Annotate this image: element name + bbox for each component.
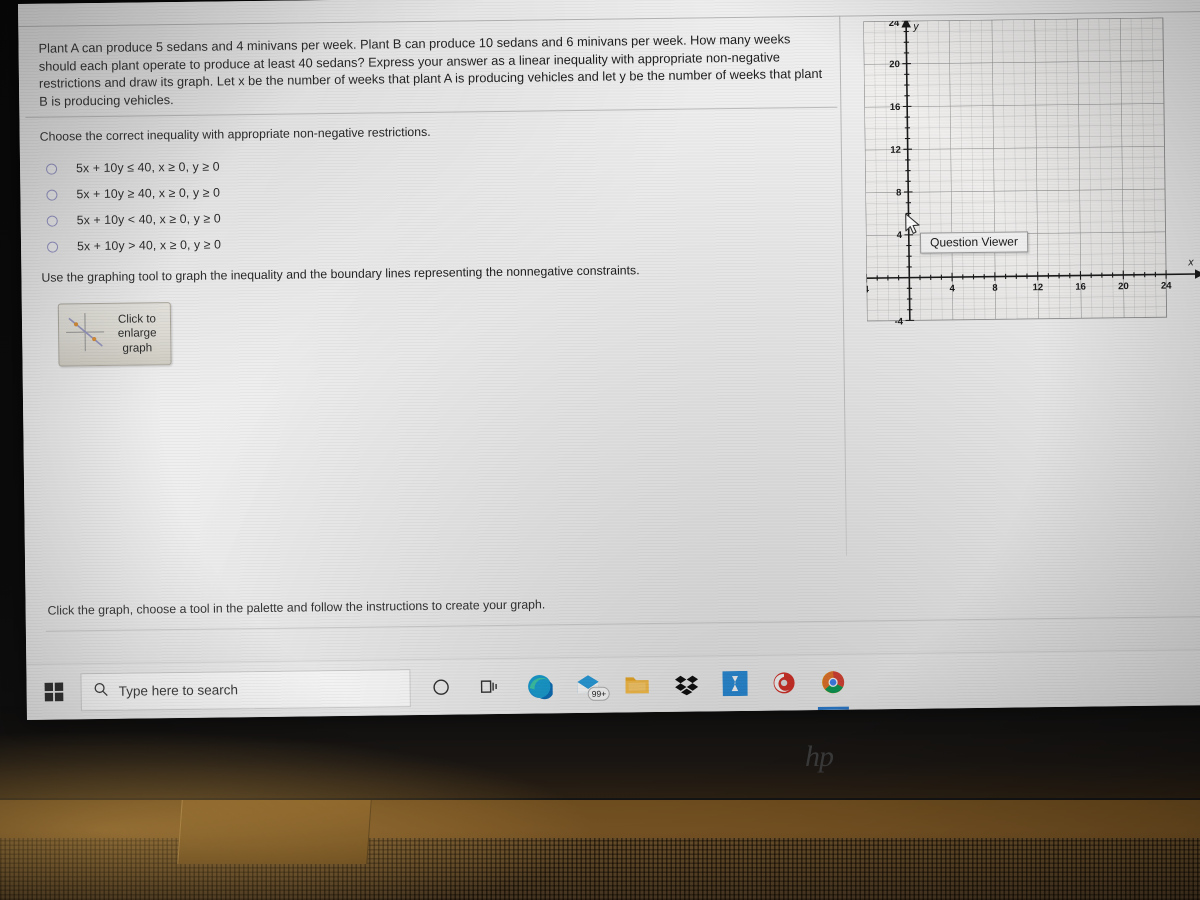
xtick-8: 8 xyxy=(992,283,997,294)
graph-svg[interactable]: -4 4 8 12 16 20 24 -4 4 8 12 16 20 24 y … xyxy=(863,17,1200,366)
vertical-panel-divider xyxy=(839,15,847,556)
chrome-icon xyxy=(822,671,845,694)
answer-choice-b-label: 5x + 10y ≥ 40, x ≥ 0, y ≥ 0 xyxy=(76,185,221,202)
circle-icon xyxy=(433,679,449,695)
ytick-12: 12 xyxy=(890,145,901,156)
start-button[interactable] xyxy=(26,664,81,720)
y-axis-label: y xyxy=(912,21,919,33)
red-swirl-icon xyxy=(773,672,795,694)
mini-graph-icon xyxy=(62,309,109,361)
question-page: Plant A can produce 5 sedans and 4 miniv… xyxy=(18,0,1200,720)
task-view-icon xyxy=(480,680,497,693)
answer-choice-list: 5x + 10y ≤ 40, x ≥ 0, y ≥ 0 5x + 10y ≥ 4… xyxy=(42,150,463,259)
ytick--4: -4 xyxy=(895,316,904,327)
radio-button-c[interactable] xyxy=(46,215,58,227)
ytick-16: 16 xyxy=(890,102,901,113)
radio-button-d[interactable] xyxy=(46,241,59,253)
search-placeholder-text: Type here to search xyxy=(118,682,239,699)
taskbar-item-mail[interactable]: 99+ xyxy=(563,657,613,714)
monitor-bezel-bottom xyxy=(0,706,1200,798)
taskbar-item-file-explorer[interactable] xyxy=(612,656,662,713)
question-viewer-tooltip: Question Viewer xyxy=(919,231,1029,254)
taskbar-item-snipping-app[interactable] xyxy=(710,655,760,712)
taskbar-item-microsoft-edge[interactable] xyxy=(514,658,564,715)
dropbox-icon xyxy=(674,675,698,695)
ytick-8: 8 xyxy=(896,187,901,198)
taskbar-item-task-view[interactable] xyxy=(465,658,515,715)
search-input[interactable]: Type here to search xyxy=(80,668,411,711)
click-to-enlarge-graph-button[interactable]: Click to enlarge graph xyxy=(57,302,172,367)
taskbar-item-google-chrome[interactable] xyxy=(808,654,858,711)
question-panel: Plant A can produce 5 sedans and 4 miniv… xyxy=(24,20,837,122)
ytick-24: 24 xyxy=(889,18,900,29)
blue-s-icon xyxy=(722,670,748,697)
answer-choice-a-label: 5x + 10y ≤ 40, x ≥ 0, y ≥ 0 xyxy=(75,159,220,176)
question-body: Plant A can produce 5 sedans and 4 miniv… xyxy=(38,31,823,109)
prompt-use-graphing-tool: Use the graphing tool to graph the inequ… xyxy=(41,263,640,285)
ytick-4: 4 xyxy=(897,230,903,241)
answer-choice-d[interactable]: 5x + 10y > 40, x ≥ 0, y ≥ 0 xyxy=(43,228,463,259)
taskbar-item-cortana[interactable] xyxy=(416,659,466,716)
bottom-instruction: Click the graph, choose a tool in the pa… xyxy=(47,597,546,618)
x-axis-label: x xyxy=(1187,256,1194,268)
mail-unread-badge: 99+ xyxy=(587,686,611,701)
folder-icon xyxy=(625,677,649,694)
photograph-of-monitor: hp Plant A can produce 5 sedans and 4 mi… xyxy=(0,0,1200,900)
search-icon xyxy=(94,681,109,701)
radio-button-a[interactable] xyxy=(46,163,58,175)
prompt-choose-inequality: Choose the correct inequality with appro… xyxy=(39,124,431,144)
windows-logo-icon xyxy=(44,682,63,702)
edge-icon xyxy=(527,674,553,699)
xtick-16: 16 xyxy=(1075,282,1086,293)
ytick-20: 20 xyxy=(889,59,900,70)
taskbar-items: 99+ xyxy=(416,654,858,716)
taskbar-item-red-swirl-app[interactable] xyxy=(759,655,809,712)
xtick-20: 20 xyxy=(1118,281,1129,292)
answer-choice-d-label: 5x + 10y > 40, x ≥ 0, y ≥ 0 xyxy=(76,237,222,254)
xtick-12: 12 xyxy=(1032,282,1043,293)
enlarge-graph-label: Click to enlarge graph xyxy=(117,312,157,355)
xtick-24: 24 xyxy=(1161,281,1172,292)
taskbar-item-dropbox[interactable] xyxy=(661,656,711,713)
hp-logo: hp xyxy=(805,740,834,773)
answer-choice-c-label: 5x + 10y < 40, x ≥ 0, y ≥ 0 xyxy=(76,211,221,228)
radio-button-b[interactable] xyxy=(46,189,58,201)
xtick-4: 4 xyxy=(950,283,956,294)
bottom-divider xyxy=(45,616,1200,632)
coordinate-graph[interactable]: -4 4 8 12 16 20 24 -4 4 8 12 16 20 24 y … xyxy=(863,17,1200,366)
monitor-screen: Plant A can produce 5 sedans and 4 miniv… xyxy=(18,0,1200,720)
xtick--4: -4 xyxy=(863,284,869,295)
